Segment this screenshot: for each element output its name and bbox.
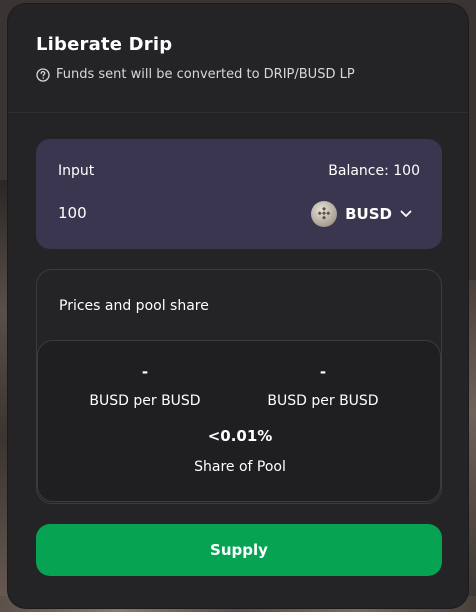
prices-pool-share-panel: Prices and pool share - BUSD per BUSD - … xyxy=(36,269,442,504)
input-label: Input xyxy=(58,163,95,179)
price-b-label: BUSD per BUSD xyxy=(267,393,379,409)
input-panel: Input Balance: 100 BUSD xyxy=(36,139,442,249)
chevron-down-icon xyxy=(400,210,412,218)
modal-subtitle: Funds sent will be converted to DRIP/BUS… xyxy=(36,67,355,82)
subtitle-text: Funds sent will be converted to DRIP/BUS… xyxy=(56,67,355,82)
balance-label[interactable]: Balance: 100 xyxy=(328,163,420,179)
token-select[interactable]: BUSD xyxy=(311,201,412,227)
price-a-label: BUSD per BUSD xyxy=(89,393,201,409)
pool-share-label: Share of Pool xyxy=(194,459,286,475)
liberate-drip-modal: Liberate Drip Funds sent will be convert… xyxy=(8,4,468,608)
amount-input[interactable] xyxy=(58,204,218,222)
token-symbol: BUSD xyxy=(345,205,392,223)
price-a-stat: - BUSD per BUSD xyxy=(60,363,230,409)
pool-stats: - BUSD per BUSD - BUSD per BUSD <0.01% S… xyxy=(37,340,441,502)
modal-title: Liberate Drip xyxy=(36,34,173,55)
pool-share-stat: <0.01% Share of Pool xyxy=(155,427,325,475)
price-b-stat: - BUSD per BUSD xyxy=(238,363,408,409)
price-b-value: - xyxy=(319,363,327,381)
pool-share-value: <0.01% xyxy=(207,427,273,445)
question-circle-icon xyxy=(36,67,50,82)
pool-panel-title: Prices and pool share xyxy=(59,298,209,314)
header-divider xyxy=(8,112,468,113)
supply-button[interactable]: Supply xyxy=(36,524,442,576)
busd-token-icon xyxy=(311,201,338,227)
price-a-value: - xyxy=(141,363,149,381)
